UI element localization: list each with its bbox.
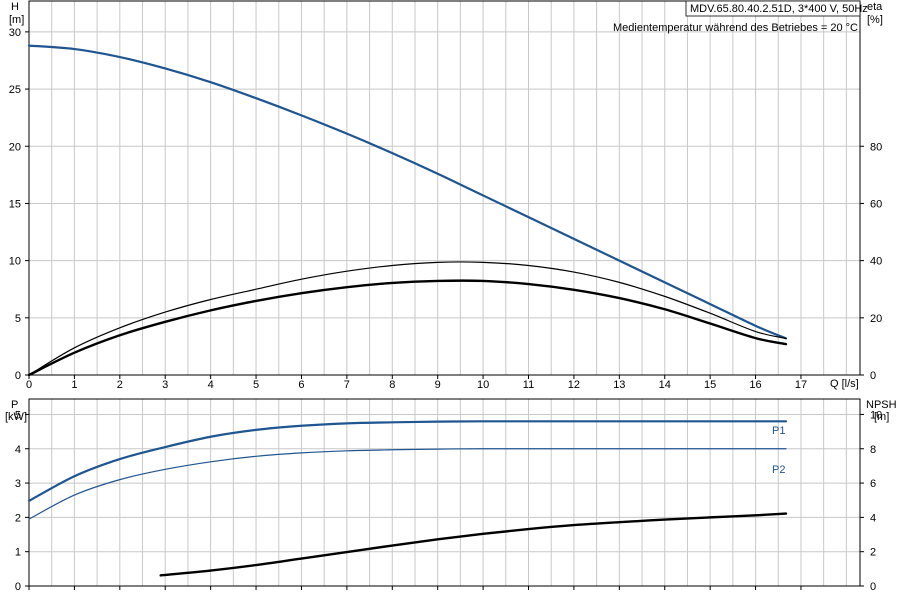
left-axis-tick-label: 25 <box>9 84 21 96</box>
right-axis-tick-label: 4 <box>870 512 876 524</box>
temperature-note: Medientemperatur während des Betriebes =… <box>613 22 858 34</box>
left-axis-tick-label: 1 <box>15 547 21 559</box>
top-panel-grid <box>29 1 860 375</box>
left-axis-tick-label: 30 <box>9 27 21 39</box>
right-axis-tick-label: 20 <box>870 313 882 325</box>
npsh-axis-unit: [m] <box>874 411 889 423</box>
power-series-line-2 <box>159 512 788 577</box>
left-axis-tick-label: 4 <box>15 444 21 456</box>
h-axis-title: H <box>11 1 19 13</box>
h-axis-unit: [m] <box>9 14 24 26</box>
right-axis-tick-label: 80 <box>870 141 882 153</box>
right-axis-tick-label: 6 <box>870 478 876 490</box>
right-axis-tick-label: 40 <box>870 256 882 268</box>
left-axis-tick-label: 15 <box>9 198 21 210</box>
right-axis-tick-label: 60 <box>870 198 882 210</box>
x-axis-tick-label: 13 <box>613 379 625 391</box>
p1-series-label: P1 <box>772 425 785 437</box>
x-axis-tick-label: 1 <box>71 379 77 391</box>
x-axis-tick-label: 6 <box>298 379 304 391</box>
top-panel-frame <box>28 0 861 376</box>
left-axis-tick-label: 10 <box>9 256 21 268</box>
eta-axis-unit: [%] <box>867 14 883 26</box>
p-axis-unit: [kW] <box>5 411 27 423</box>
left-axis-tick-label: 3 <box>15 478 21 490</box>
bottom-panel-grid <box>29 399 860 586</box>
bottom-panel-frame <box>28 398 861 587</box>
pump-curve-chart: 05101520253002040608001234502468100 1 2 3 4 5… <box>5 0 897 593</box>
x-axis-tick-label: 8 <box>389 379 395 391</box>
x-axis-tick-label: 5 <box>253 379 259 391</box>
left-axis-tick-label: 20 <box>9 141 21 153</box>
x-axis-tick-label: 16 <box>749 379 761 391</box>
axes: 05101520253002040608001234502468100 1 2 3 4 5… <box>9 27 883 593</box>
model-label: MDV.65.80.40.2.51D, 3*400 V, 50Hz <box>690 3 868 15</box>
x-axis-tick-label: 3 <box>162 379 168 391</box>
x-axis-tick-label: 17 <box>795 379 807 391</box>
x-axis-tick-label: 2 <box>117 379 123 391</box>
right-axis-tick-label: 8 <box>870 444 876 456</box>
npsh-axis-title: NPSH <box>866 399 897 411</box>
x-axis-tick-label: 7 <box>344 379 350 391</box>
x-axis-tick-label: 9 <box>435 379 441 391</box>
x-axis-tick-label: 12 <box>568 379 580 391</box>
x-axis-tick-label: 0 <box>26 379 32 391</box>
right-axis-tick-label: 0 <box>870 581 876 593</box>
eta-axis-title: eta <box>867 1 883 13</box>
x-axis-tick-label: 11 <box>523 379 534 391</box>
x-axis-tick-label: 10 <box>477 379 489 391</box>
left-axis-tick-label: 5 <box>15 313 21 325</box>
left-axis-tick-label: 2 <box>15 512 21 524</box>
x-axis-tick-label: 4 <box>208 379 214 391</box>
left-axis-tick-label: 0 <box>15 370 21 382</box>
p-axis-title: P <box>11 399 18 411</box>
left-axis-tick-label: 0 <box>15 581 21 593</box>
x-axis-tick-label: 15 <box>704 379 716 391</box>
q-axis-title: Q [l/s] <box>830 378 859 390</box>
p2-series-label: P2 <box>772 464 785 476</box>
right-axis-tick-label: 0 <box>870 370 876 382</box>
right-axis-tick-label: 2 <box>870 547 876 559</box>
x-axis-tick-label: 14 <box>659 379 671 391</box>
